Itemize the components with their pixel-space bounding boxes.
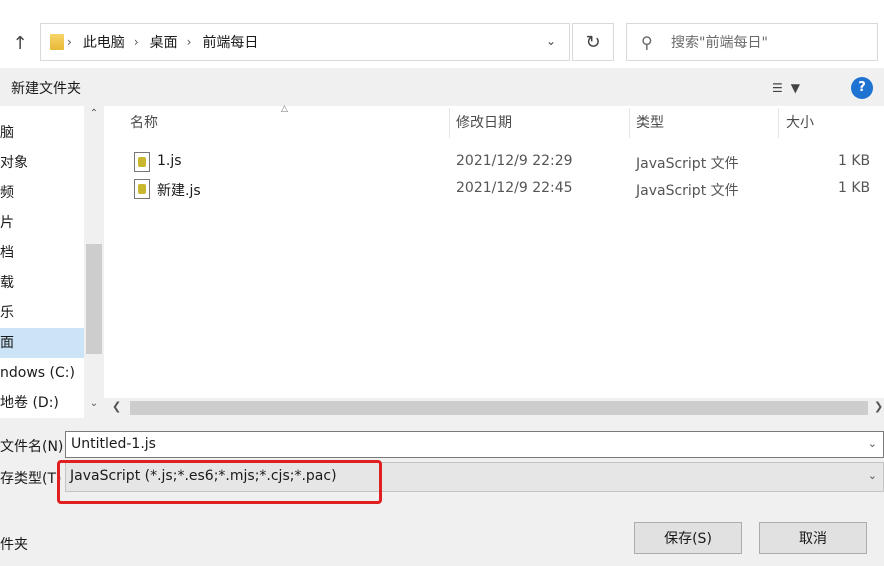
nav-item[interactable]: 乐 — [0, 298, 84, 328]
scroll-right-icon[interactable]: ❯ — [874, 400, 883, 413]
file-row[interactable]: 新建.js 2021/12/9 22:45 JavaScript 文件 1 KB — [104, 175, 884, 201]
file-size: 1 KB — [838, 180, 871, 196]
search-icon: ⚲ — [641, 32, 653, 52]
nav-item-drive-c[interactable]: ndows (C:) — [0, 358, 84, 388]
new-folder-button[interactable]: 新建文件夹 — [11, 78, 81, 98]
chevron-down-icon: ▼ — [790, 81, 800, 95]
help-button[interactable]: ? — [851, 77, 873, 99]
navigation-list: 脑 对象 频 片 档 载 乐 面 ndows (C:) 地卷 (D:) — [0, 106, 84, 418]
scroll-down-icon[interactable]: ⌄ — [84, 398, 104, 416]
sort-ascending-icon: △ — [281, 104, 288, 114]
annotation-highlight-box — [57, 460, 382, 504]
filetype-label: 存类型(T) — [0, 471, 62, 487]
breadcrumb-separator-icon[interactable]: › — [184, 35, 195, 49]
file-type: JavaScript 文件 — [636, 156, 739, 172]
folder-icon — [50, 34, 64, 50]
column-header-modified[interactable]: 修改日期 — [456, 112, 512, 132]
breadcrumb-separator-icon[interactable]: › — [64, 35, 75, 49]
refresh-icon: ↻ — [585, 31, 601, 53]
chevron-down-icon[interactable]: ⌄ — [868, 437, 877, 450]
filename-field[interactable]: Untitled-1.js ⌄ — [65, 431, 884, 458]
nav-item-drive-d[interactable]: 地卷 (D:) — [0, 388, 84, 418]
nav-scrollbar-thumb[interactable] — [86, 244, 102, 354]
column-divider[interactable] — [629, 108, 630, 138]
file-name: 新建.js — [157, 183, 201, 199]
filename-label: 文件名(N): — [0, 439, 69, 455]
breadcrumb-this-pc[interactable]: 此电脑 — [75, 32, 131, 52]
file-row[interactable]: 1.js 2021/12/9 22:29 JavaScript 文件 1 KB — [104, 148, 884, 174]
column-header-type[interactable]: 类型 — [636, 112, 664, 132]
file-type: JavaScript 文件 — [636, 183, 739, 199]
chevron-down-icon[interactable]: ⌄ — [543, 33, 559, 49]
nav-item[interactable]: 载 — [0, 268, 84, 298]
breadcrumb-separator-icon[interactable]: › — [131, 35, 142, 49]
address-bar[interactable]: › 此电脑 › 桌面 › 前端每日 ⌄ — [40, 23, 570, 61]
scroll-left-icon[interactable]: ❮ — [112, 400, 121, 413]
nav-item-selected[interactable]: 面 — [0, 328, 84, 358]
save-button[interactable]: 保存(S) — [634, 522, 742, 554]
search-input[interactable]: ⚲ 搜索"前端每日" — [626, 23, 878, 61]
view-options-button[interactable]: ☰ ▼ — [772, 78, 818, 98]
nav-item[interactable]: 脑 — [0, 118, 84, 148]
nav-item[interactable]: 片 — [0, 208, 84, 238]
filename-value: Untitled-1.js — [71, 436, 156, 452]
file-size: 1 KB — [838, 153, 871, 169]
chevron-down-icon[interactable]: ⌄ — [868, 469, 877, 482]
column-divider[interactable] — [778, 108, 779, 138]
details-view-icon: ☰ — [772, 81, 783, 95]
horizontal-scrollbar-thumb[interactable] — [130, 401, 868, 415]
cancel-button[interactable]: 取消 — [759, 522, 867, 554]
column-header-size[interactable]: 大小 — [786, 112, 814, 132]
javascript-file-icon — [134, 152, 150, 172]
nav-item[interactable]: 档 — [0, 238, 84, 268]
refresh-button[interactable]: ↻ — [572, 23, 614, 61]
scroll-up-icon[interactable]: ⌃ — [84, 108, 104, 126]
file-modified: 2021/12/9 22:29 — [456, 153, 573, 169]
file-name: 1.js — [157, 153, 182, 169]
breadcrumb-current-folder[interactable]: 前端每日 — [194, 32, 264, 52]
column-header-name[interactable]: 名称 — [130, 112, 158, 132]
nav-item[interactable]: 对象 — [0, 148, 84, 178]
breadcrumb-desktop[interactable]: 桌面 — [142, 32, 184, 52]
javascript-file-icon — [134, 179, 150, 199]
toolbar — [0, 68, 884, 106]
search-placeholder: 搜索"前端每日" — [671, 35, 768, 51]
column-divider[interactable] — [449, 108, 450, 138]
nav-item[interactable]: 频 — [0, 178, 84, 208]
up-arrow-icon[interactable]: ↑ — [0, 30, 40, 56]
file-modified: 2021/12/9 22:45 — [456, 180, 573, 196]
hide-folders-toggle[interactable]: 件夹 — [0, 534, 28, 554]
